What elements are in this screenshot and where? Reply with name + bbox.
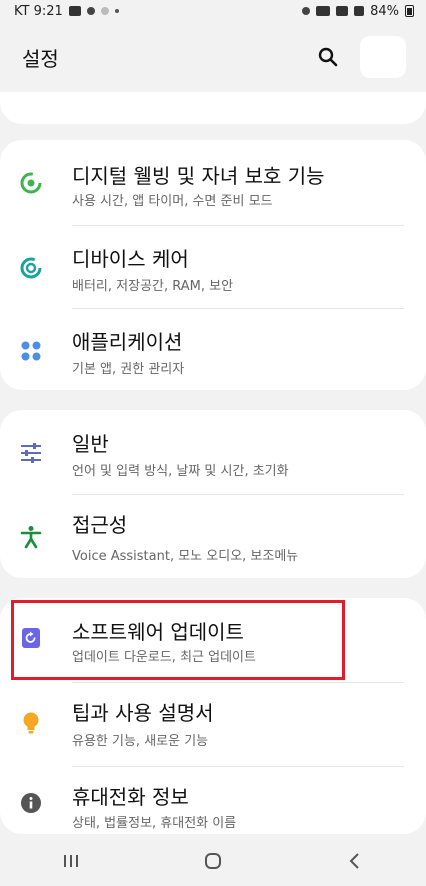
menu-item-general[interactable]: 일반 언어 및 입력 방식, 날짜 및 시간, 초기화 <box>0 410 426 495</box>
search-icon <box>318 47 338 67</box>
header-actions <box>314 36 406 78</box>
home-icon <box>205 853 221 869</box>
message-icon <box>68 6 81 16</box>
general-sliders-icon <box>18 440 44 466</box>
alarm-icon <box>302 7 311 15</box>
battery-icon <box>405 5 414 17</box>
menu-item-title: 디바이스 케어 <box>72 247 189 271</box>
carrier-time: KT 9:21 <box>14 3 63 19</box>
back-chevron-icon <box>349 853 359 869</box>
menu-item-subtitle: Voice Assistant, 모노 오디오, 보조메뉴 <box>72 549 299 564</box>
digital-wellbeing-icon <box>18 170 44 196</box>
menu-item-title: 애플리케이션 <box>72 330 183 354</box>
signal-icon <box>354 6 365 16</box>
battery-percent: 84% <box>370 3 399 19</box>
edit-icon <box>86 7 95 15</box>
menu-item-applications[interactable]: 애플리케이션 기본 앱, 권한 관리자 <box>0 308 426 393</box>
menu-item-title: 디지털 웰빙 및 자녀 보호 기능 <box>72 164 325 188</box>
recent-apps-icon <box>64 855 78 867</box>
menu-item-title: 휴대전화 정보 <box>72 785 189 809</box>
menu-item-subtitle: 언어 및 입력 방식, 날짜 및 시간, 초기화 <box>72 464 289 479</box>
menu-item-subtitle: 배터리, 저장공간, RAM, 보안 <box>72 279 234 294</box>
home-button[interactable] <box>183 841 243 881</box>
menu-item-phone-info[interactable]: 휴대전화 정보 상태, 법률정보, 휴대전화 이름 <box>0 766 426 834</box>
more-notifications-icon <box>114 9 119 13</box>
search-button[interactable] <box>314 43 342 71</box>
settings-group-2: 일반 언어 및 입력 방식, 날짜 및 시간, 초기화 접근성 Voice As… <box>0 410 426 578</box>
menu-item-title: 접근성 <box>72 513 128 537</box>
menu-item-subtitle: 사용 시간, 앱 타이머, 수면 준비 모드 <box>72 194 273 209</box>
app-header: 설정 <box>0 22 426 92</box>
menu-item-tips[interactable]: 팁과 사용 설명서 유용한 기능, 새로운 기능 <box>0 682 426 767</box>
page-title: 설정 <box>22 46 59 71</box>
hd-icon <box>336 6 349 16</box>
menu-item-subtitle: 유용한 기능, 새로운 기능 <box>72 734 209 749</box>
status-right: 84% <box>302 4 414 19</box>
menu-item-accessibility[interactable]: 접근성 Voice Assistant, 모노 오디오, 보조메뉴 <box>0 494 426 579</box>
settings-group-1: 디지털 웰빙 및 자녀 보호 기능 사용 시간, 앱 타이머, 수면 준비 모드… <box>0 140 426 390</box>
device-care-icon <box>18 255 44 281</box>
menu-item-subtitle: 상태, 법률정보, 휴대전화 이름 <box>72 816 237 831</box>
status-bar: KT 9:21 84% <box>0 0 426 22</box>
back-button[interactable] <box>325 841 385 881</box>
apps-icon <box>18 338 44 364</box>
accessibility-icon <box>18 524 44 550</box>
scrolled-partial-item[interactable] <box>0 92 426 124</box>
menu-item-digital-wellbeing[interactable]: 디지털 웰빙 및 자녀 보호 기능 사용 시간, 앱 타이머, 수면 준비 모드 <box>0 140 426 225</box>
menu-item-title: 팁과 사용 설명서 <box>72 701 214 725</box>
highlight-box <box>11 600 345 680</box>
system-navigation-bar <box>0 836 426 886</box>
menu-item-title: 일반 <box>72 432 109 456</box>
menu-item-device-care[interactable]: 디바이스 케어 배터리, 저장공간, RAM, 보안 <box>0 225 426 310</box>
account-avatar[interactable] <box>360 36 406 78</box>
wifi-icon <box>316 6 331 16</box>
notification-icon <box>100 7 109 15</box>
tips-lightbulb-icon <box>18 710 44 736</box>
status-left: KT 9:21 <box>14 4 119 19</box>
recent-apps-button[interactable] <box>41 841 101 881</box>
phone-info-icon <box>18 790 44 816</box>
menu-item-subtitle: 기본 앱, 권한 관리자 <box>72 362 185 377</box>
